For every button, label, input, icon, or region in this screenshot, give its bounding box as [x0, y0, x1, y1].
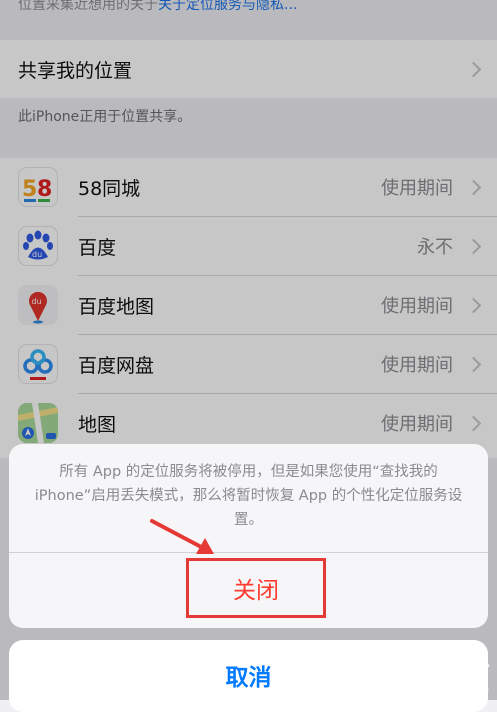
watermark-logo: Bai 经验 [396, 658, 487, 683]
annotation-highlight-box [186, 558, 326, 618]
watermark-url: jingyan.baidu.com [405, 684, 489, 694]
action-sheet-message: 所有 App 的定位服务将被停用，但是如果您使用“查找我的 iPhone”启用丢… [34, 464, 463, 528]
